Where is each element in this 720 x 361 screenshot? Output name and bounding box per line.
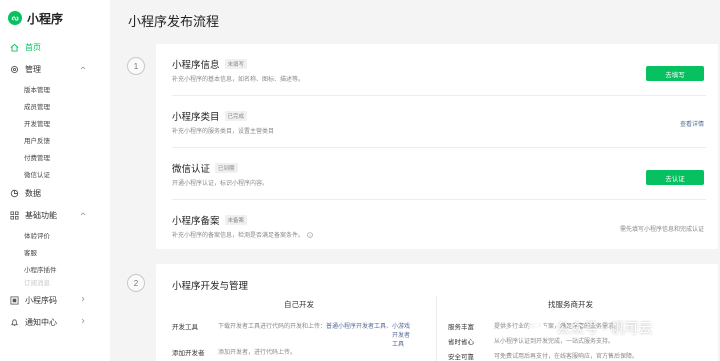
nav-miniprogram-code[interactable]: 小程序码	[0, 289, 110, 311]
step-number-2: 2	[127, 274, 145, 292]
sub-dev-manage[interactable]: 开发管理	[0, 114, 110, 131]
category-desc: 补充小程序的服务类目，设置主营类目	[172, 129, 275, 135]
wechat-logo-icon	[529, 320, 549, 336]
sub-experience-review[interactable]: 体验评价	[0, 226, 110, 243]
dev-manage-card: 小程序开发与管理 自己开发 找服务商开发 开发工具 下载开发者工具进行代码的开发…	[156, 264, 718, 361]
sub-subscribe-msg[interactable]: 订阅消息	[0, 277, 110, 286]
grid-icon	[10, 210, 19, 220]
fill-info-button[interactable]: 去填写	[646, 66, 704, 81]
sub-plugins[interactable]: 小程序插件	[0, 260, 110, 277]
nav-notifications[interactable]: 通知中心	[0, 311, 110, 333]
publish-steps-card: 小程序信息 未填写 补充小程序的基本信息，如名称、图标、描述等。 去填写 小程序…	[156, 44, 718, 249]
nav-notifications-label: 通知中心	[25, 317, 57, 327]
status-badge: 未备案	[224, 215, 248, 225]
column-divider	[436, 296, 437, 361]
rich-service-label: 服务丰富	[448, 324, 474, 331]
nav-basic-features[interactable]: 基础功能	[0, 204, 110, 226]
info-icon[interactable]	[307, 231, 313, 238]
qrcode-icon	[10, 295, 19, 305]
step-row-filing: 小程序备案 未备案 补充小程序的备案信息，检测是否满足备案条件。 需先填写小程序…	[172, 200, 706, 252]
nav-manage-label: 管理	[25, 64, 41, 74]
filing-desc: 补充小程序的备案信息，检测是否满足备案条件。	[172, 233, 305, 239]
cert-title: 微信认证	[172, 164, 211, 175]
watermark: 公众号 · 帆可云	[528, 318, 652, 338]
sub-user-feedback[interactable]: 用户反馈	[0, 131, 110, 148]
dev-tools-text: 下载开发者工具进行代码的开发和上传：普通小程序开发者工具、小游戏开发者工具	[218, 321, 412, 348]
step-row-info: 小程序信息 未填写 补充小程序的基本信息，如名称、图标、描述等。 去填写	[172, 44, 706, 96]
nav-basic-label: 基础功能	[25, 210, 57, 220]
step-row-category: 小程序类目 已完成 补充小程序的服务类目，设置主营类目 查看详情	[172, 96, 706, 148]
chevron-right-icon	[81, 318, 85, 324]
home-icon	[10, 43, 19, 52]
sub-customer-service[interactable]: 客服	[0, 243, 110, 260]
nav-data-label: 数据	[25, 188, 41, 198]
sub-version-manage[interactable]: 版本管理	[0, 80, 110, 97]
filing-note: 需先填写小程序信息和完成认证	[619, 227, 704, 233]
bell-icon	[10, 318, 19, 327]
nav-data[interactable]: 数据	[0, 182, 110, 204]
category-title: 小程序类目	[172, 112, 220, 123]
chevron-up-icon	[80, 212, 86, 216]
add-developer-label: 添加开发者	[172, 350, 205, 357]
status-badge: 未填写	[224, 59, 248, 69]
save-time-label: 省时省心	[448, 339, 474, 346]
brand-name: 小程序	[27, 11, 64, 26]
gear-icon	[10, 65, 19, 74]
mp-devtools-link[interactable]: 普通小程序开发者工具	[326, 324, 386, 330]
secure-label: 安全可靠	[448, 354, 474, 361]
brand: 小程序	[0, 0, 110, 36]
data-icon	[10, 189, 19, 198]
add-developer-text: 添加开发者，进行代码上传。	[218, 350, 297, 356]
info-desc: 补充小程序的基本信息，如名称、图标、描述等。	[172, 77, 305, 83]
sub-wechat-cert[interactable]: 微信认证	[0, 165, 110, 182]
step-row-cert: 微信认证 已到期 开通小程序认证，标识小程序内容。 去认证	[172, 148, 706, 200]
status-badge: 已到期	[215, 163, 238, 173]
chevron-up-icon	[80, 66, 86, 70]
status-badge: 已完成	[224, 111, 248, 121]
main-content: 小程序发布流程 1 小程序信息 未填写 补充小程序的基本信息，如名称、图标、描述…	[110, 0, 720, 361]
game-devtools-link[interactable]: 小游戏开发者工具	[392, 321, 412, 348]
sub-member-manage[interactable]: 成员管理	[0, 97, 110, 114]
miniprogram-logo-icon	[8, 11, 22, 25]
page-title: 小程序发布流程	[128, 14, 220, 29]
filing-title: 小程序备案	[172, 216, 220, 227]
info-title: 小程序信息	[172, 60, 220, 71]
nav-home[interactable]: 首页	[0, 36, 110, 58]
chevron-right-icon	[81, 296, 85, 302]
step-number-1: 1	[127, 57, 145, 75]
self-dev-heading: 自己开发	[284, 300, 314, 309]
dev-tools-label: 开发工具	[172, 324, 198, 331]
sub-payment-manage[interactable]: 付费管理	[0, 148, 110, 165]
cert-desc: 开通小程序认证，标识小程序内容。	[172, 181, 269, 187]
dev-section-title: 小程序开发与管理	[172, 281, 249, 292]
secure-text: 可免费试用后再支付，在线客服响应，官方售后保障。	[494, 354, 639, 360]
watermark-text: 公众号 · 帆可云	[556, 320, 653, 336]
sidebar: 小程序 首页 管理 版本管理 成员管理 开发管理 用户反馈 付费管理 微信认证 …	[0, 0, 110, 361]
nav-code-label: 小程序码	[25, 295, 57, 305]
provider-dev-heading: 找服务商开发	[548, 300, 593, 309]
certify-button[interactable]: 去认证	[646, 170, 704, 185]
view-details-link[interactable]: 查看详情	[680, 119, 704, 128]
nav-home-label: 首页	[25, 42, 41, 52]
nav-manage[interactable]: 管理	[0, 58, 110, 80]
